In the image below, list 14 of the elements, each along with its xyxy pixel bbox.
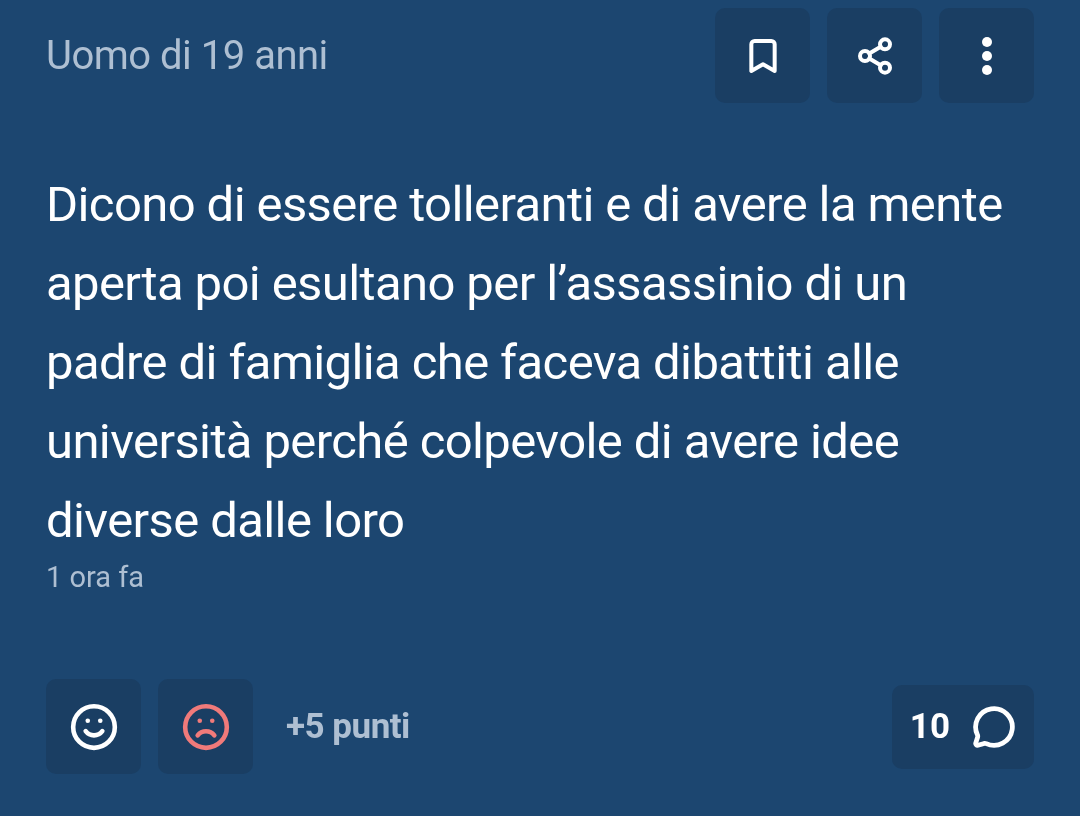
frown-icon [180, 701, 231, 752]
share-button[interactable] [827, 8, 922, 103]
upvote-button[interactable] [46, 679, 141, 774]
comments-button[interactable]: 10 [891, 684, 1034, 769]
more-icon [981, 36, 992, 75]
more-button[interactable] [939, 8, 1034, 103]
downvote-button[interactable] [158, 679, 253, 774]
bookmark-button[interactable] [715, 8, 810, 103]
author-label: Uomo di 19 anni [46, 32, 328, 79]
timestamp: 1 ora fa [46, 560, 145, 594]
post-text: Dicono di essere tolleranti e di avere la mente aperta poi esultano per l’assassinio di un padre di famiglia che faceva dibattiti alle università perché colpevole di avere idee diverse dalle loro [46, 175, 1004, 551]
points-label: +5 punti [286, 706, 410, 747]
comment-icon [972, 704, 1016, 749]
smiley-icon [68, 701, 119, 752]
